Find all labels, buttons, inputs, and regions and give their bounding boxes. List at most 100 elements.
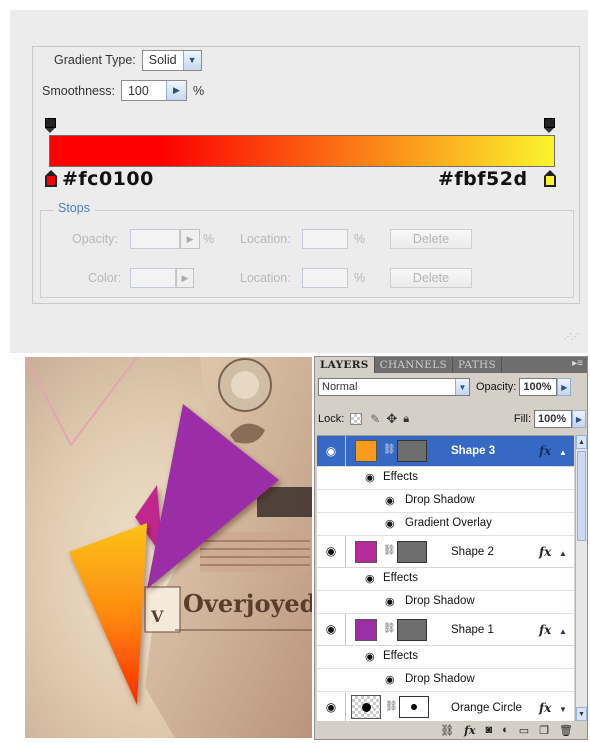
opacity-delete-button[interactable]: Delete [390, 229, 472, 249]
vector-mask-thumbnail [397, 619, 427, 641]
link-icon[interactable]: ⛓ [383, 545, 396, 556]
add-mask-icon[interactable]: ◙ [485, 724, 492, 736]
eye-icon[interactable]: ◉ [365, 650, 375, 663]
smoothness-slider-arrow-icon[interactable]: ▶ [165, 81, 186, 100]
gradient-type-select[interactable]: Solid ▼ [141, 49, 202, 71]
layers-bottom-toolbar: ⛓ fx ◙ ◐ ▭ ❐ 🗑︎ [315, 721, 587, 739]
blend-mode-select[interactable]: Normal ▼ [318, 378, 470, 396]
effects-label: Effects [383, 572, 418, 584]
fx-icon[interactable]: fx [539, 701, 551, 715]
color-stop-left[interactable] [45, 170, 57, 188]
color-swatch[interactable] [130, 268, 176, 288]
collapse-effects-icon[interactable]: ▲ [559, 448, 567, 457]
lock-transparency-icon[interactable] [350, 413, 363, 425]
expand-effects-icon[interactable]: ▼ [559, 705, 567, 714]
blend-mode-value: Normal [322, 381, 358, 393]
newspaper-headline: Overjoyed [183, 589, 312, 618]
link-icon[interactable]: ⛓ [383, 623, 396, 634]
opacity-slider-arrow-icon[interactable]: ▶ [557, 378, 572, 396]
effects-row[interactable]: ◉ Effects [317, 568, 574, 591]
layer-row-shape-1[interactable]: ◉ ⛓ Shape 1 fx ▲ [317, 614, 574, 646]
effect-name: Gradient Overlay [405, 517, 492, 529]
lock-all-icon[interactable]: 🔒︎ [403, 413, 409, 426]
opacity-stop-right[interactable] [544, 118, 556, 134]
eye-icon[interactable]: ◉ [320, 698, 342, 716]
delete-layer-icon[interactable]: 🗑︎ [559, 724, 573, 737]
effect-drop-shadow-row[interactable]: ◉ Drop Shadow [317, 669, 574, 692]
eye-icon[interactable]: ◉ [320, 620, 342, 638]
link-icon[interactable]: ⛓ [383, 444, 396, 455]
layer-color-thumbnail [355, 619, 377, 641]
smoothness-row: Smoothness: 100 ▶ % [42, 80, 204, 101]
fill-slider-arrow-icon[interactable]: ▶ [572, 410, 586, 428]
panel-tabs: LAYERS CHANNELS PATHS [315, 357, 587, 373]
add-layer-style-icon[interactable]: fx [464, 724, 475, 737]
color-location-label: Location: [240, 271, 291, 285]
eye-icon[interactable]: ◉ [365, 471, 375, 484]
opacity-arrow-icon[interactable]: ▶ [180, 229, 200, 249]
eye-icon[interactable]: ◉ [385, 595, 395, 608]
layers-scrollbar[interactable]: ▲ ▼ [575, 435, 587, 721]
opacity-stop-left[interactable] [45, 118, 57, 134]
layer-color-thumbnail [355, 440, 377, 462]
blend-mode-row: Normal ▼ Opacity: 100% ▶ [318, 377, 586, 397]
fill-input[interactable]: 100% [534, 410, 572, 428]
effect-drop-shadow-row[interactable]: ◉ Drop Shadow [317, 591, 574, 614]
chevron-down-icon[interactable]: ▼ [182, 50, 201, 70]
fx-icon[interactable]: fx [539, 545, 551, 559]
adjustment-layer-icon[interactable]: ◐ [502, 724, 509, 736]
artwork-canvas[interactable]: Overjoyed V [25, 357, 312, 738]
color-location-percent: % [354, 271, 366, 285]
eye-icon[interactable]: ◉ [320, 442, 342, 460]
scroll-down-icon[interactable]: ▼ [576, 707, 587, 721]
tab-channels[interactable]: CHANNELS [375, 357, 454, 373]
gradient-preview-bar[interactable] [49, 135, 555, 167]
chevron-down-icon[interactable]: ▼ [455, 379, 469, 395]
color-delete-button[interactable]: Delete [390, 268, 472, 288]
lock-brush-icon[interactable]: ✎ [370, 412, 380, 426]
link-layers-icon[interactable]: ⛓ [440, 724, 454, 737]
scroll-thumb[interactable] [577, 451, 586, 541]
new-layer-icon[interactable]: ❐ [539, 724, 549, 737]
collapse-effects-icon[interactable]: ▲ [559, 627, 567, 636]
layer-row-orange-circle[interactable]: ◉ ⛓ Orange Circle fx ▼ [317, 692, 574, 721]
gradient-type-value: Solid [148, 53, 177, 67]
color-arrow-icon[interactable]: ▶ [176, 268, 194, 288]
panel-menu-icon[interactable]: ▸≡ [572, 358, 583, 369]
resize-grip-icon[interactable]: ⋰⋰ [564, 332, 579, 341]
fx-icon[interactable]: fx [539, 444, 551, 458]
layer-row-shape-2[interactable]: ◉ ⛓ Shape 2 fx ▲ [317, 536, 574, 568]
eye-icon[interactable]: ◉ [320, 542, 342, 560]
effects-row[interactable]: ◉ Effects [317, 646, 574, 669]
tab-paths[interactable]: PATHS [453, 357, 502, 373]
tab-layers[interactable]: LAYERS [315, 357, 375, 373]
color-location-input[interactable] [302, 268, 348, 288]
fx-icon[interactable]: fx [539, 623, 551, 637]
newspaper-letter: V [151, 607, 164, 626]
layer-name: Shape 1 [451, 624, 494, 636]
layer-name: Shape 3 [451, 445, 496, 457]
smoothness-input[interactable]: 100 ▶ [120, 80, 187, 101]
opacity-percent: % [203, 232, 215, 246]
effects-row[interactable]: ◉ Effects [317, 467, 574, 490]
eye-icon[interactable]: ◉ [365, 572, 375, 585]
eye-icon[interactable]: ◉ [385, 517, 395, 530]
effect-drop-shadow-row[interactable]: ◉ Drop Shadow [317, 490, 574, 513]
effects-label: Effects [383, 650, 418, 662]
collapse-effects-icon[interactable]: ▲ [559, 549, 567, 558]
lock-move-icon[interactable]: ✥ [386, 411, 397, 427]
opacity-input[interactable] [130, 229, 180, 249]
eye-icon[interactable]: ◉ [385, 673, 395, 686]
opacity-location-input[interactable] [302, 229, 348, 249]
layer-row-shape-3[interactable]: ◉ ⛓ Shape 3 fx ▲ [317, 436, 574, 467]
layer-opacity-input[interactable]: 100% [519, 378, 558, 396]
eye-icon[interactable]: ◉ [385, 494, 395, 507]
color-label: Color: [88, 271, 122, 285]
new-group-icon[interactable]: ▭ [519, 724, 529, 737]
effects-label: Effects [383, 471, 418, 483]
color-stop-right[interactable] [544, 170, 556, 188]
lock-label: Lock: [318, 413, 345, 425]
scroll-up-icon[interactable]: ▲ [576, 435, 587, 449]
effect-gradient-overlay-row[interactable]: ◉ Gradient Overlay [317, 513, 574, 536]
link-icon[interactable]: ⛓ [385, 701, 398, 712]
